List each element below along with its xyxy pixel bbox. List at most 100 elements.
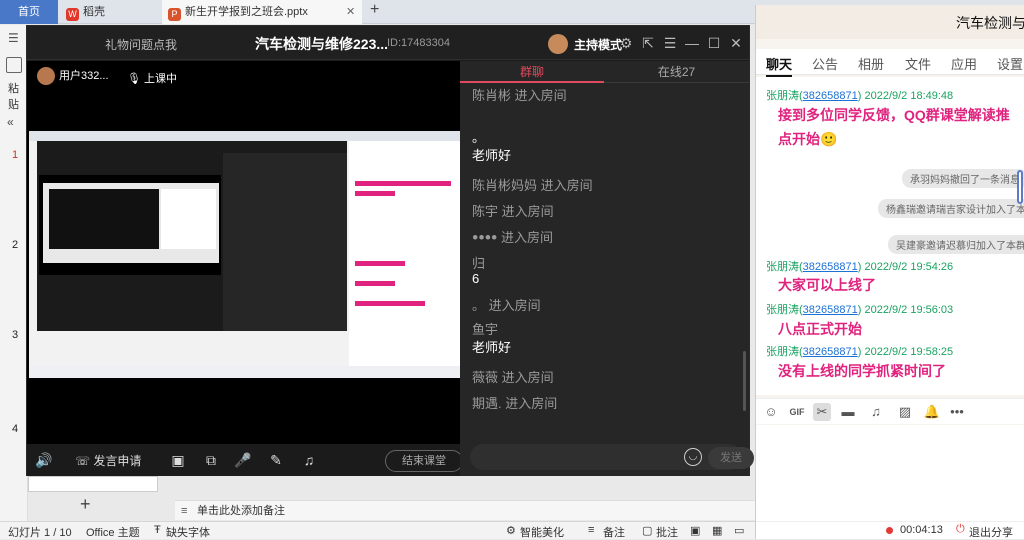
chat-message: 。 [472,423,485,433]
qq-message-text: 接到多位同学反馈，QQ群课堂解读推 [778,107,1010,123]
send-button[interactable]: 发送 [708,447,754,469]
qq-tab-announcement[interactable]: 公告 [812,54,838,73]
chat-message: ꔷꔷꔷꔷ 进入房间 [472,230,553,245]
notes-toggle[interactable]: 备注 [603,524,625,540]
comments-toggle[interactable]: 批注 [656,524,678,540]
music-icon[interactable]: ♫ [300,452,318,468]
nested-video [39,175,221,275]
live-status: 🎙 上课中 [127,70,177,86]
qq-scrollbar[interactable] [1017,170,1023,204]
whiteboard-icon[interactable]: ✎ [267,452,285,468]
tab-daoke[interactable]: W 稻壳 [60,0,160,24]
settings-icon[interactable]: ⚙ [617,34,635,52]
qq-tab-chat[interactable]: 聊天 [766,54,793,77]
nested-inner-chat [161,189,216,249]
emoji-icon[interactable]: ◡ [684,448,702,466]
tab-document-label: 新生开学报到之班会.pptx [185,6,308,18]
qq-tabs: 聊天 公告 相册 文件 应用 设置 [756,49,1024,77]
qq-message-text: 点开始🙂 [778,131,838,147]
qq-sender-id-link[interactable]: 382658871 [803,90,858,102]
qq-input-toolbar: ☺ GIF ✂ ▬ ♫ ▨ 🔔 ••• [756,398,1024,424]
qq-group-title: 汽车检测与 [956,15,1024,31]
grid-view-icon[interactable]: ▦ [712,524,722,537]
chat-input[interactable]: ◡ 发送 [470,444,754,470]
add-slide-button[interactable]: + [80,494,91,515]
nested-qq-line2 [355,191,395,196]
nested-qq-line1 [355,181,451,186]
gift-question-link[interactable]: 礼物问题点我 [105,36,177,53]
qq-sender-id-link[interactable]: 382658871 [803,261,858,273]
paste-label: 粘贴 [8,83,19,111]
smart-beautify[interactable]: 智能美化 [520,524,564,540]
more-icon[interactable]: ••• [948,403,966,421]
live-status-label: 上课中 [144,73,178,85]
close-icon[interactable]: ✕ [727,34,745,52]
image-icon[interactable]: ▨ [896,403,914,421]
shared-screen [29,131,461,378]
missing-font[interactable]: 缺失字体 [166,524,210,540]
nested-qq-line5 [355,301,425,306]
music-icon[interactable]: ♫ [867,403,885,421]
chat-message: 。 进入房间 [472,298,541,313]
maximize-icon[interactable]: ☐ [705,34,723,52]
tab-group-chat[interactable]: 群聊 [460,61,604,83]
qq-message-text: 大家可以上线了 [778,277,876,293]
normal-view-icon[interactable]: ▣ [690,524,700,537]
notes-area[interactable]: ≡ 单击此处添加备注 [175,500,755,520]
end-class-button[interactable]: 结束课堂 [385,450,463,472]
slide-num-4: 4 [12,423,19,435]
slide-thumb-4[interactable] [28,476,158,492]
course-name: 汽车检测与维修223... [255,36,389,52]
nested-qq-line4 [355,281,395,286]
qq-sender-id-link[interactable]: 382658871 [803,346,858,358]
chat-tabs: 群聊 在线27 [460,61,749,83]
chat-message: 鱼宇 [472,322,499,337]
exit-share-button[interactable]: 退出分享 [969,524,1013,540]
apply-mic-button[interactable]: ☏ 发言申请 [75,452,141,469]
chat-scrollbar[interactable] [743,351,746,411]
qq-sender-id-link[interactable]: 382658871 [803,304,858,316]
qq-group-panel: 汽车检测与 聊天 公告 相册 文件 应用 设置 张朋涛(382658871) 2… [755,5,1024,539]
font-icon: Ŧ [154,524,161,536]
qq-tab-files[interactable]: 文件 [905,54,931,73]
reading-view-icon[interactable]: ▭ [734,524,744,537]
paste-icon[interactable] [6,57,22,73]
minimize-icon[interactable]: — [683,34,701,52]
qq-sender-line: 张朋涛(382658871) 2022/9/2 19:54:26 [766,258,953,274]
nested-chat [223,153,347,331]
menu-icon[interactable]: ☰ [661,34,679,52]
qq-message-time: 2022/9/2 19:54:26 [864,261,954,273]
folder-icon[interactable]: ▬ [839,403,857,421]
menu-icon[interactable]: ☰ [8,31,19,45]
classroom-control-bar: 🔊 ☏ 发言申请 ▣ ⧉ 🎤 ✎ ♫ 结束课堂 [27,444,463,476]
tab-document[interactable]: P 新生开学报到之班会.pptx ✕ [162,0,362,24]
chat-message: 6 [472,271,480,286]
chat-message: 陈肖彬妈妈 进入房间 [472,178,593,193]
qq-tab-apps[interactable]: 应用 [951,54,977,73]
collapse-panel-icon[interactable]: « [7,115,14,129]
qq-message-input[interactable] [756,425,1024,521]
qq-tab-album[interactable]: 相册 [858,54,884,73]
host-avatar[interactable] [548,34,568,54]
emoji-icon[interactable]: ☺ [762,403,780,421]
popout-icon[interactable]: ⇱ [639,34,657,52]
nested-qq [349,141,461,373]
speaker-icon[interactable]: 🔊 [35,452,53,468]
recording-dot-icon [886,527,893,534]
bell-icon[interactable]: 🔔 [923,403,941,421]
gif-icon[interactable]: GIF [788,403,806,421]
close-tab-icon[interactable]: ✕ [346,0,355,24]
camera-off-icon[interactable]: ▣ [169,452,187,468]
theme-name[interactable]: Office 主题 [86,524,140,540]
notes-expand-icon[interactable]: ≡ [181,501,187,521]
new-tab-button[interactable]: + [370,1,379,19]
tab-home[interactable]: 首页 [0,0,58,24]
qq-share-status-bar: 00:04:13 ⏻ 退出分享 [756,521,1024,539]
microphone-icon[interactable]: 🎤 [234,452,252,468]
share-screen-icon[interactable]: ⧉ [202,452,220,468]
nested-taskbar [29,366,461,378]
qq-tab-settings[interactable]: 设置 [997,54,1023,73]
tab-online[interactable]: 在线27 [604,61,749,83]
qq-sender-line: 张朋涛(382658871) 2022/9/2 19:56:03 [766,301,953,317]
screenshot-scissors-icon[interactable]: ✂ [813,403,831,421]
